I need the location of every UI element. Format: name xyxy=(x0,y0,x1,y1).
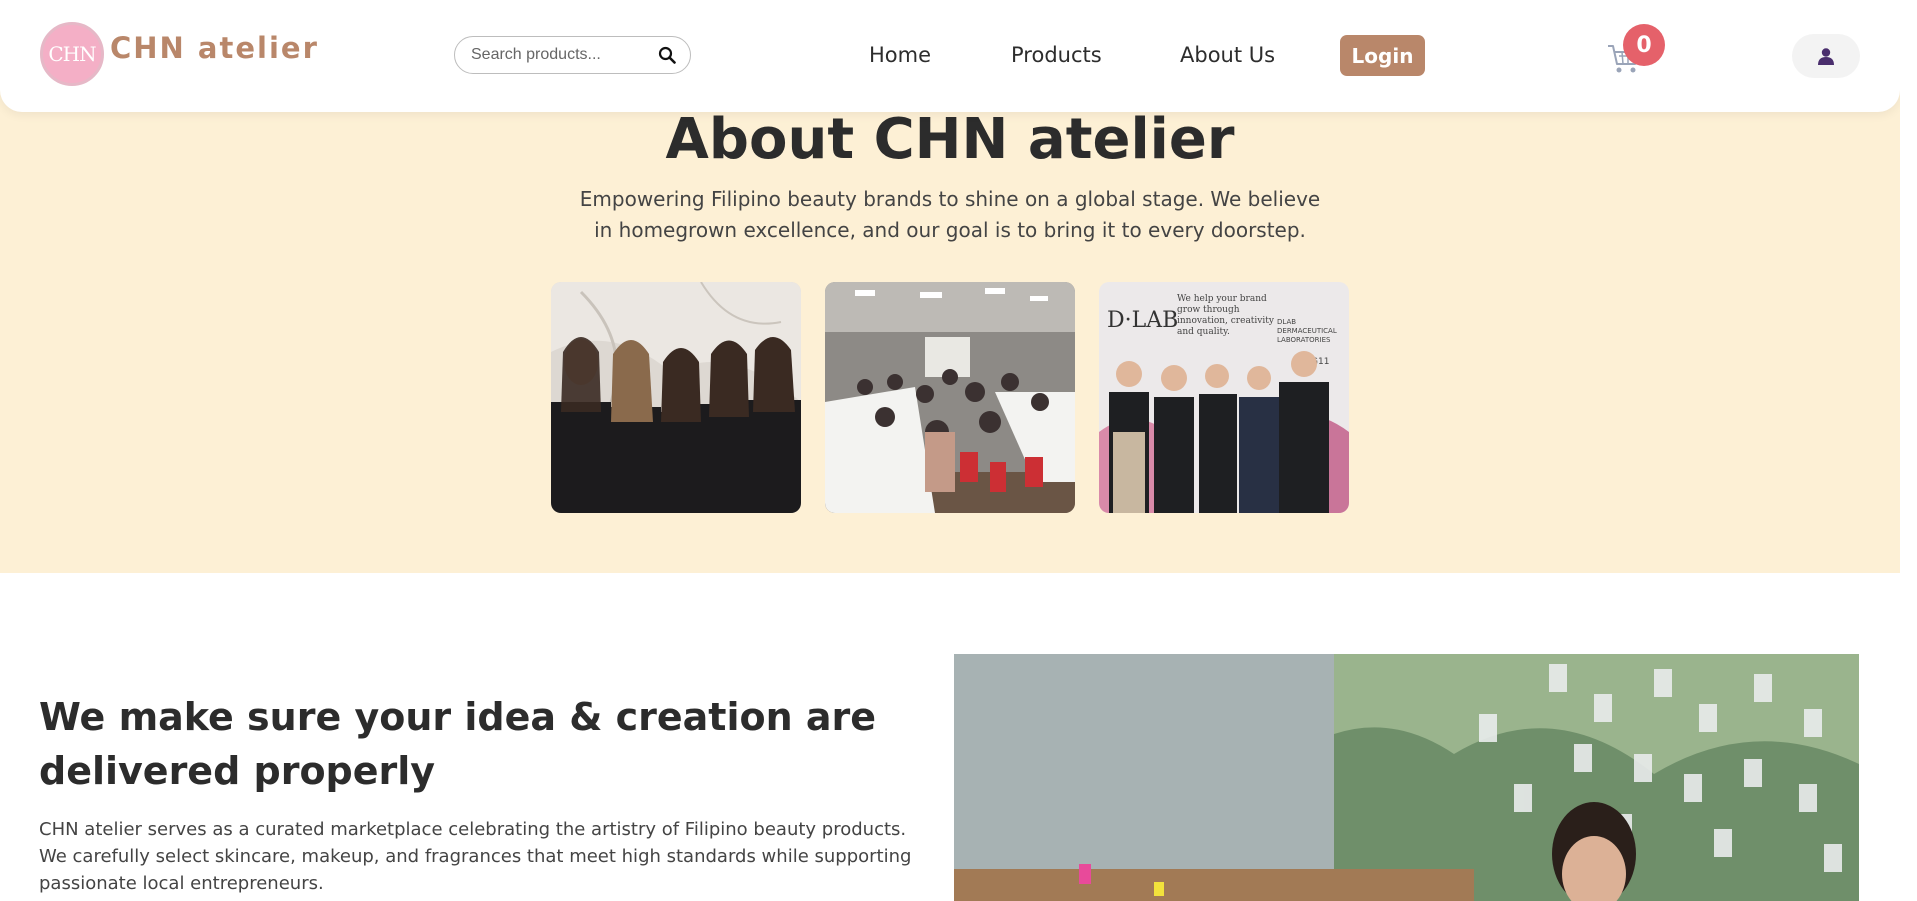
mission-title: We make sure your idea & creation are de… xyxy=(39,695,877,793)
nav-home[interactable]: Home xyxy=(869,43,931,67)
booth-lab-text: DLAB DERMACEUTICAL LABORATORIES xyxy=(1277,318,1337,344)
cart-count-badge: 0 xyxy=(1623,24,1665,66)
search-input[interactable] xyxy=(471,45,651,65)
brand-logo[interactable]: CHN xyxy=(40,22,104,86)
expo-booth-photo: D·LAB We help your brand grow through in… xyxy=(1099,282,1349,513)
booth-tagline-text: We help your brand grow through innovati… xyxy=(1177,294,1274,337)
page-title: About CHN atelier xyxy=(665,107,1235,172)
user-menu-button[interactable] xyxy=(1792,34,1860,78)
brand-name[interactable]: CHN atelier xyxy=(110,31,319,65)
workshop-photo xyxy=(825,282,1075,513)
search-icon[interactable] xyxy=(658,46,676,64)
user-icon xyxy=(1818,48,1834,65)
nav-about-us[interactable]: About Us xyxy=(1180,43,1275,67)
nav-products[interactable]: Products xyxy=(1011,43,1102,67)
logo-text: CHN xyxy=(48,42,96,66)
page: About CHN atelier Empowering Filipino be… xyxy=(0,0,1900,901)
site-header: CHN CHN atelier Home Products About Us L… xyxy=(0,0,1900,112)
login-button[interactable]: Login xyxy=(1340,35,1425,76)
team-photo xyxy=(551,282,801,513)
booth-sign-text: D·LAB xyxy=(1107,308,1178,333)
hero-subtitle: Empowering Filipino beauty brands to shi… xyxy=(579,187,1321,242)
mission-text: CHN atelier serves as a curated marketpl… xyxy=(39,819,912,894)
search-box xyxy=(454,36,691,74)
office-photo xyxy=(954,654,1859,901)
